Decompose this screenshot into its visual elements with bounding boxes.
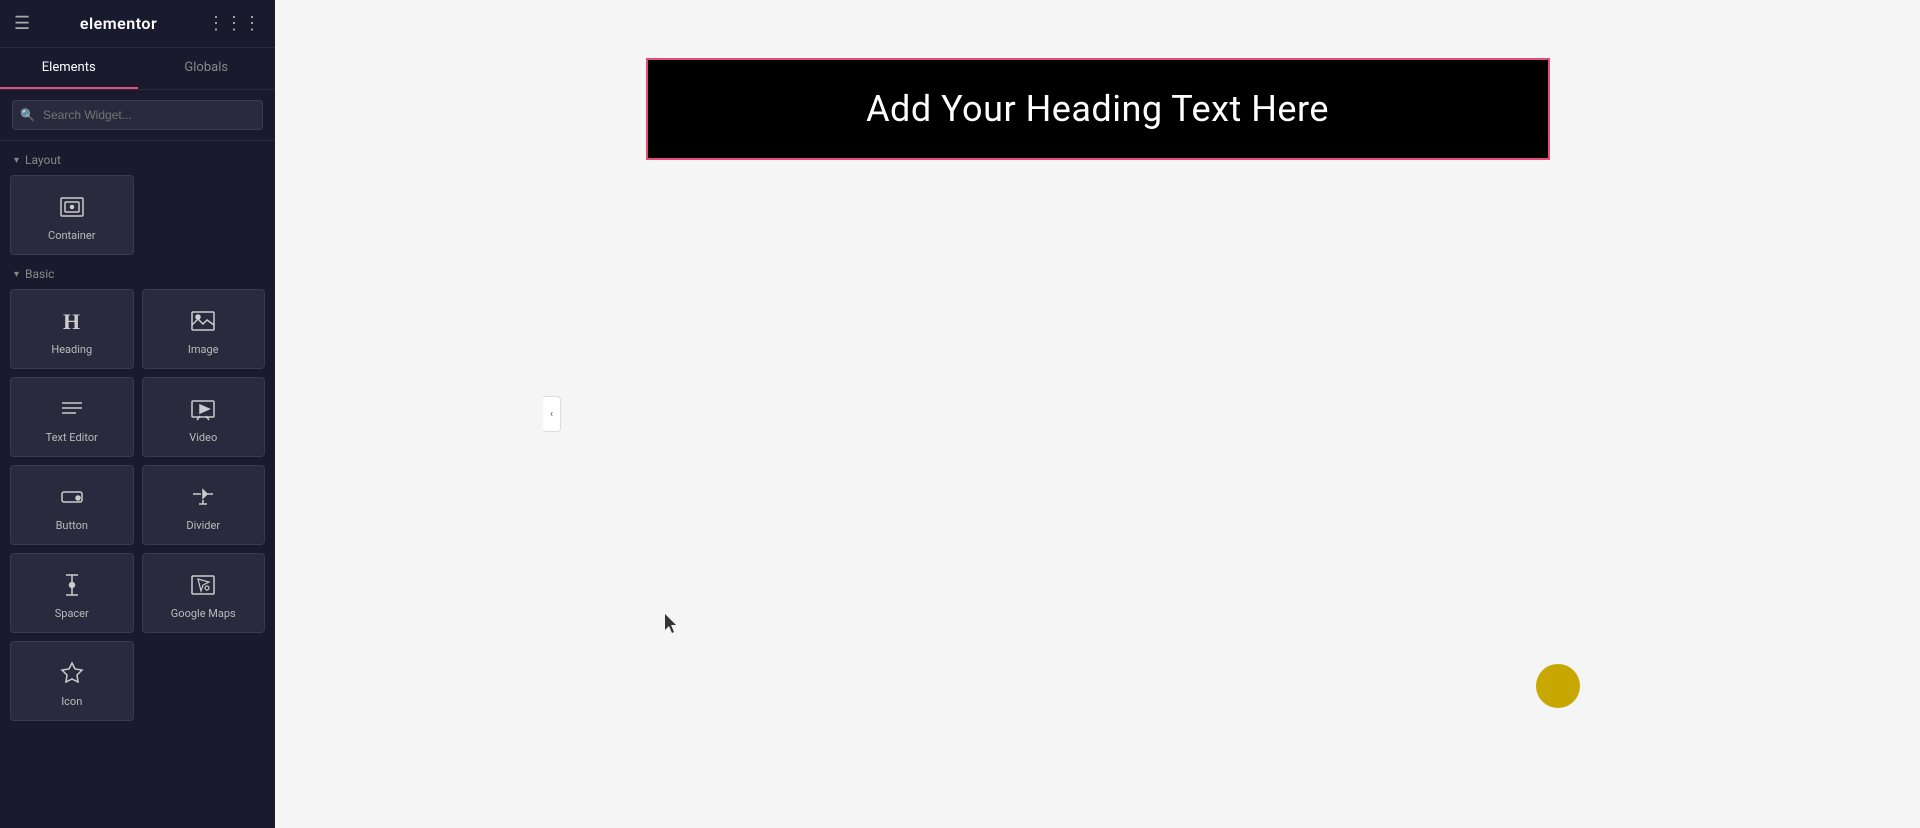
dots-icon[interactable]: ⋮⋮⋮ bbox=[207, 13, 261, 34]
cursor bbox=[665, 614, 679, 634]
search-wrapper: 🔍 bbox=[12, 100, 263, 130]
main-canvas: Add Your Heading Text Here bbox=[275, 0, 1920, 828]
hamburger-icon[interactable]: ☰ bbox=[14, 13, 30, 34]
sidebar-header: ☰ elementor ⋮⋮⋮ bbox=[0, 0, 275, 48]
widget-google-maps[interactable]: Google Maps bbox=[142, 553, 266, 633]
canvas-inner: Add Your Heading Text Here bbox=[648, 60, 1548, 158]
widget-google-maps-label: Google Maps bbox=[171, 607, 236, 620]
widget-divider[interactable]: Divider bbox=[142, 465, 266, 545]
widget-image[interactable]: Image bbox=[142, 289, 266, 369]
search-icon: 🔍 bbox=[20, 108, 35, 122]
widget-button[interactable]: Button bbox=[10, 465, 134, 545]
widget-image-label: Image bbox=[188, 343, 219, 356]
widget-heading[interactable]: H Heading bbox=[10, 289, 134, 369]
svg-text:H: H bbox=[63, 309, 80, 334]
divider-icon bbox=[189, 483, 217, 511]
widget-divider-label: Divider bbox=[186, 519, 220, 532]
heading-block[interactable]: Add Your Heading Text Here bbox=[648, 60, 1548, 158]
widget-spacer-label: Spacer bbox=[55, 607, 89, 620]
widget-button-label: Button bbox=[56, 519, 88, 532]
tab-elements[interactable]: Elements bbox=[0, 48, 138, 89]
spacer-icon bbox=[58, 571, 86, 599]
basic-widgets-grid: H Heading Image bbox=[0, 289, 275, 721]
widget-icon-label: Icon bbox=[61, 695, 82, 708]
search-input[interactable] bbox=[12, 100, 263, 130]
widget-text-editor-label: Text Editor bbox=[46, 431, 98, 444]
arrow-icon-basic: ▾ bbox=[14, 269, 19, 280]
widget-video-label: Video bbox=[189, 431, 217, 444]
section-header-layout: ▾ Layout bbox=[0, 141, 275, 175]
widget-spacer[interactable]: Spacer bbox=[10, 553, 134, 633]
tabs-bar: Elements Globals bbox=[0, 48, 275, 90]
widget-container-label: Container bbox=[48, 229, 95, 242]
widget-text-editor[interactable]: Text Editor bbox=[10, 377, 134, 457]
sidebar: ☰ elementor ⋮⋮⋮ Elements Globals 🔍 ▾ Lay… bbox=[0, 0, 275, 828]
tab-globals[interactable]: Globals bbox=[138, 48, 276, 89]
container-icon bbox=[58, 193, 86, 221]
widget-video[interactable]: Video bbox=[142, 377, 266, 457]
google-maps-icon bbox=[189, 571, 217, 599]
section-header-basic: ▾ Basic bbox=[0, 255, 275, 289]
search-container: 🔍 bbox=[0, 90, 275, 141]
widget-container[interactable]: Container bbox=[10, 175, 134, 255]
section-basic: ▾ Basic H Heading bbox=[0, 255, 275, 721]
icon-widget-icon bbox=[58, 659, 86, 687]
arrow-icon-layout: ▾ bbox=[14, 155, 19, 166]
collapse-sidebar-button[interactable]: ‹ bbox=[543, 396, 561, 432]
elementor-logo: elementor bbox=[80, 14, 157, 33]
video-icon bbox=[189, 395, 217, 423]
heading-icon: H bbox=[58, 307, 86, 335]
text-editor-icon bbox=[58, 395, 86, 423]
section-layout: ▾ Layout Container bbox=[0, 141, 275, 255]
button-icon bbox=[58, 483, 86, 511]
sidebar-content: ▾ Layout Container ▾ Basic bbox=[0, 141, 275, 828]
widget-heading-label: Heading bbox=[51, 343, 92, 356]
layout-widgets-grid: Container bbox=[0, 175, 275, 255]
widget-icon[interactable]: Icon bbox=[10, 641, 134, 721]
image-icon bbox=[189, 307, 217, 335]
drag-indicator bbox=[1536, 664, 1580, 708]
heading-text: Add Your Heading Text Here bbox=[678, 88, 1518, 130]
